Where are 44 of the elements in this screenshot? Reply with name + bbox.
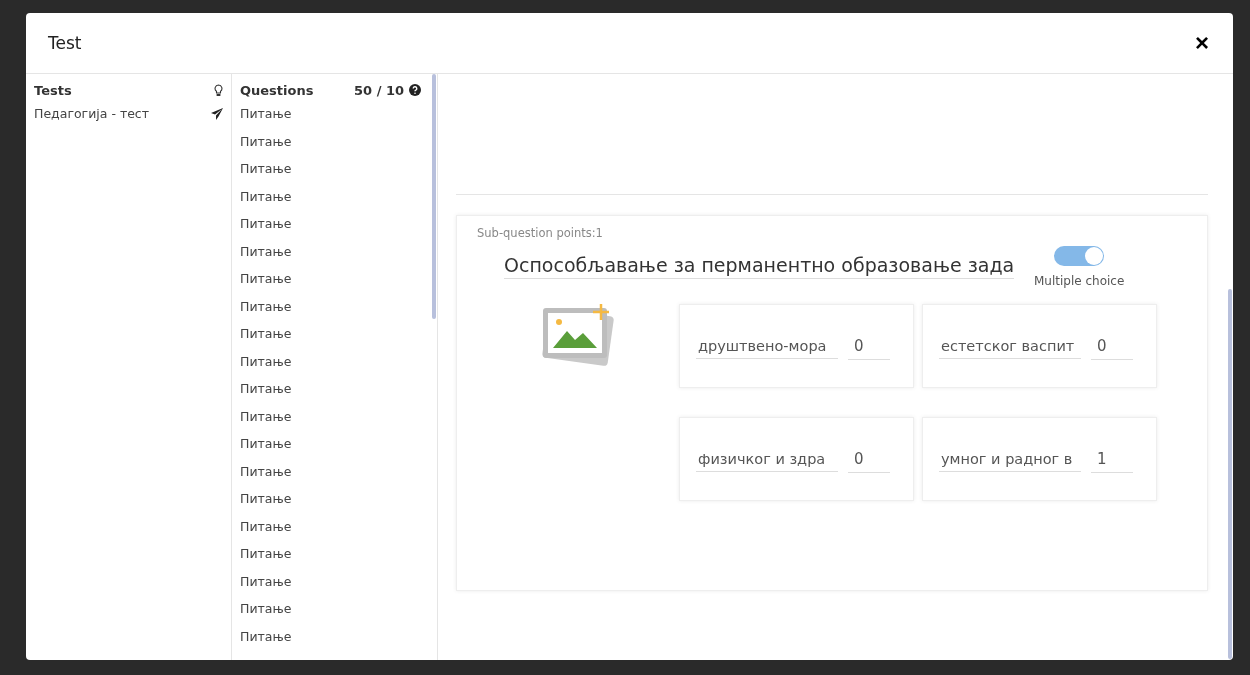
question-item[interactable]: Питање: [240, 375, 429, 403]
question-text-field[interactable]: Оспособљавање за перманентно образовање зада: [504, 254, 1014, 279]
question-item[interactable]: Питање: [240, 237, 429, 265]
question-item[interactable]: Питање: [240, 402, 429, 430]
questions-heading: Questions: [240, 82, 314, 98]
window-title: Test: [48, 33, 82, 53]
tests-heading: Tests: [34, 82, 72, 98]
paper-plane-icon[interactable]: [211, 107, 223, 120]
question-item[interactable]: Питање: [240, 127, 429, 155]
answer-points-field[interactable]: 0: [848, 332, 890, 360]
question-item[interactable]: Питање: [240, 512, 429, 540]
help-icon[interactable]: [409, 84, 421, 96]
question-item[interactable]: Питање: [240, 347, 429, 375]
question-item[interactable]: Питање: [240, 595, 429, 623]
close-button[interactable]: ×: [1193, 31, 1211, 55]
multiple-choice-label: Multiple choice: [1034, 274, 1125, 288]
question-item[interactable]: Питање: [240, 210, 429, 238]
answer-text-field[interactable]: естетског васпит: [939, 333, 1081, 359]
scrollbar-thumb[interactable]: [1228, 289, 1232, 659]
question-item[interactable]: Питање: [240, 540, 429, 568]
question-item[interactable]: Питање: [240, 320, 429, 348]
question-count: 50 / 10: [354, 82, 404, 98]
answer-points-field[interactable]: 0: [848, 445, 890, 473]
sub-question-points: Sub-question points:1: [477, 226, 604, 240]
question-item[interactable]: Питање: [240, 265, 429, 293]
test-item[interactable]: Педагогија - тест: [34, 100, 223, 128]
question-item[interactable]: Питање: [240, 292, 429, 320]
multiple-choice-toggle[interactable]: [1054, 246, 1105, 266]
question-item[interactable]: Питање: [240, 155, 429, 183]
answer-text-field[interactable]: друштвено-мора: [696, 333, 838, 359]
question-item[interactable]: Питање: [240, 100, 429, 128]
scrollbar-thumb[interactable]: [432, 74, 436, 319]
question-item[interactable]: Питање: [240, 567, 429, 595]
question-item[interactable]: Питање: [240, 457, 429, 485]
answer-points-field[interactable]: 0: [1091, 332, 1133, 360]
question-item[interactable]: Питање: [240, 485, 429, 513]
lightbulb-icon[interactable]: [214, 83, 223, 97]
answer-text-field[interactable]: физичког и здра: [696, 446, 838, 472]
question-item[interactable]: Питање: [240, 622, 429, 650]
answer-points-field[interactable]: 1: [1091, 445, 1133, 473]
question-item[interactable]: Питање: [240, 182, 429, 210]
question-item[interactable]: Питање: [240, 430, 429, 458]
test-name: Педагогија - тест: [34, 106, 149, 122]
answer-text-field[interactable]: умног и радног в: [939, 446, 1081, 472]
